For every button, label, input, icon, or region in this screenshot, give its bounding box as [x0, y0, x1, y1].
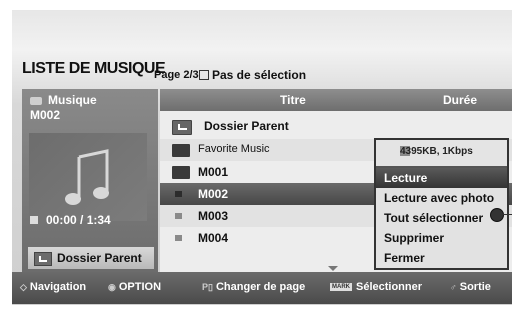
mark-key-icon: MARK [330, 283, 352, 292]
stop-icon [30, 216, 38, 224]
category-label: Musique [48, 93, 97, 107]
bottom-hint-bar: ◇ Navigation ◉ OPTION P▯ Changer de page MA… [12, 272, 512, 304]
parent-folder-icon [34, 251, 52, 266]
file-info: 4395KB, 1Kbps [376, 140, 507, 166]
hint-exit: ♂ Sortie [450, 281, 491, 293]
track-name: M002 [30, 108, 61, 122]
pointer-line [503, 214, 512, 215]
parent-folder-button[interactable]: Dossier Parent [28, 247, 154, 269]
hint-option-label: OPTION [118, 281, 162, 293]
folder-icon [172, 166, 190, 179]
hint-navigation: ◇ Navigation [20, 281, 86, 293]
list-item-label: M003 [198, 209, 229, 223]
music-note-art-icon [65, 149, 109, 205]
hint-select: MARK Sélectionner [330, 281, 422, 293]
option-button-icon: ◉ [108, 282, 116, 292]
hint-navigation-label: Navigation [29, 281, 87, 293]
option-popup-menu: 4395KB, 1Kbps Lecture Lecture avec photo… [374, 138, 509, 270]
hint-page-change: P▯ Changer de page [202, 281, 305, 293]
list-item-label: Favorite Music [198, 143, 270, 155]
page-title: LISTE DE MUSIQUE [22, 60, 166, 77]
navigation-arrows-icon: ◇ [20, 282, 27, 292]
album-art [29, 133, 147, 221]
checkbox-icon [199, 69, 209, 80]
list-item-label: Dossier Parent [204, 119, 289, 133]
hint-page-change-label: Changer de page [215, 281, 306, 293]
music-file-icon [175, 213, 182, 219]
selection-status-text: Pas de sélection [212, 68, 307, 82]
hint-select-label: Sélectionner [356, 281, 423, 293]
parent-folder-icon [172, 120, 192, 135]
folder-icon [172, 144, 190, 157]
music-file-icon [175, 191, 182, 197]
music-note-icon [30, 96, 42, 105]
file-info-text: 4395KB, 1Kbps [400, 146, 473, 157]
list-item-label: M001 [198, 165, 229, 179]
now-playing-panel: Musique M002 00:00 / 1:34 Dossier Parent [22, 89, 158, 283]
hint-exit-label: Sortie [459, 281, 491, 293]
list-item-label: M004 [198, 231, 229, 245]
pointer-marker [490, 208, 504, 222]
playback-time: 00:00 / 1:34 [30, 213, 111, 227]
parent-folder-button-label: Dossier Parent [57, 251, 142, 265]
menu-item-tout-selectionner[interactable]: Tout sélectionner [376, 208, 507, 228]
tv-screen: LISTE DE MUSIQUE Page 2/3 Pas de sélecti… [12, 10, 512, 305]
menu-item-fermer[interactable]: Fermer [376, 248, 507, 268]
list-header: Titre Durée [160, 89, 512, 111]
menu-item-supprimer[interactable]: Supprimer [376, 228, 507, 248]
music-file-icon [175, 235, 182, 241]
page-indicator: Page 2/3 [154, 69, 199, 81]
exit-key-icon: ♂ [450, 282, 457, 292]
now-playing-header: Musique M002 [30, 93, 97, 123]
menu-item-lecture-avec-photo[interactable]: Lecture avec photo [376, 188, 507, 208]
column-title: Titre [280, 93, 306, 107]
selection-status: Pas de sélection [199, 68, 306, 82]
scroll-down-icon[interactable] [328, 266, 338, 271]
list-item-label: M002 [198, 187, 229, 201]
list-item-parent-folder[interactable]: Dossier Parent [160, 115, 512, 137]
hint-option: ◉ OPTION [108, 281, 161, 293]
menu-item-lecture[interactable]: Lecture [376, 168, 507, 188]
playback-time-text: 00:00 / 1:34 [46, 213, 111, 227]
column-duration: Durée [443, 93, 478, 107]
page-key-icon: P▯ [202, 282, 213, 292]
